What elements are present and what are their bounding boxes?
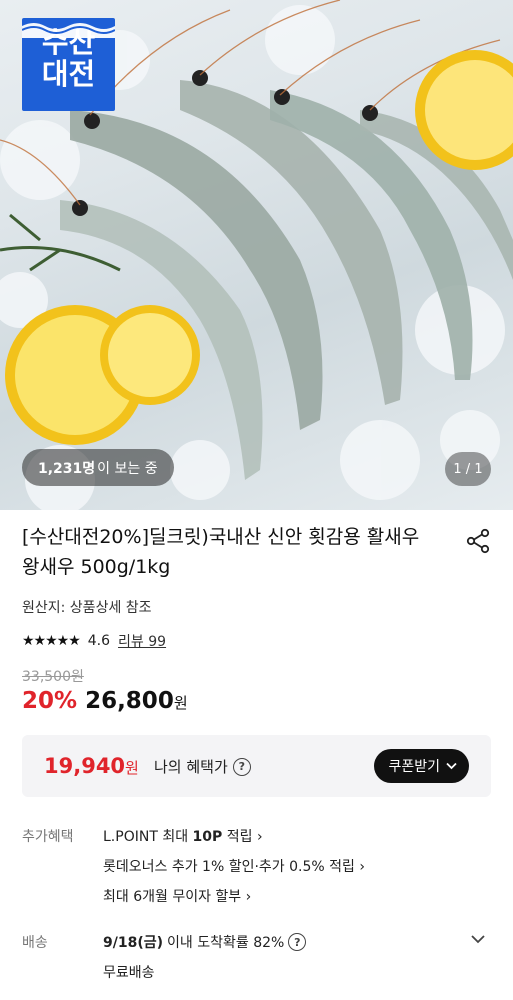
sale-price-value: 26,800 [85, 688, 174, 714]
free-shipping: 무료배송 [103, 965, 155, 981]
benefit-price-value: 19,940 [44, 754, 126, 778]
benefit-label: 나의 혜택가 ? [154, 756, 251, 777]
product-image[interactable]: 수산 대전 1,231명 이 보는 중 1 / 1 [0, 0, 513, 510]
delivery-label: 배송 [22, 935, 48, 951]
installment-benefit[interactable]: 최대 6개월 무이자 할부 › [103, 886, 251, 906]
price-row: 20% 26,800원 [22, 688, 188, 714]
delivery-date: 9/18(금) [103, 935, 164, 951]
benefit-label-text: 나의 혜택가 [154, 758, 228, 776]
delivery-info: 9/18(금) 이내 도착확률 82% ? [103, 932, 307, 952]
lotte-owners-benefit[interactable]: 롯데오너스 추가 1% 할인·추가 0.5% 적립 › [103, 856, 365, 876]
expand-chevron-icon[interactable] [471, 934, 485, 944]
chevron-down-icon [446, 762, 457, 770]
original-price: 33,500원 [22, 669, 84, 685]
product-title: [수산대전20%]딜크릿)국내산 신안 횟감용 활새우 왕새우 500g/1kg [22, 526, 420, 578]
delivery-help-icon[interactable]: ? [288, 933, 307, 951]
benefit-price: 19,940원 [44, 754, 139, 778]
rating-value: 4.6 [87, 633, 111, 649]
my-benefit-box: 19,940원 나의 혜택가 ? 쿠폰받기 [22, 735, 491, 797]
origin-info: 원산지: 상품상세 참조 [22, 600, 152, 616]
viewers-count: 1,231명 [38, 460, 96, 477]
lpoint-pre: L.POINT 최대 [103, 829, 193, 845]
price-unit: 원 [173, 694, 188, 712]
lpoint-benefit[interactable]: L.POINT 최대 10P 적립 › [103, 826, 263, 846]
viewers-count-pill: 1,231명 이 보는 중 [22, 449, 174, 486]
seafood-festival-badge: 수산 대전 [22, 18, 115, 111]
wave-icon [22, 23, 115, 38]
viewers-suffix: 이 보는 중 [97, 460, 158, 477]
image-pager: 1 / 1 [445, 452, 491, 486]
benefit-price-unit: 원 [125, 759, 139, 777]
lpoint-points: 10P [192, 829, 223, 845]
share-icon[interactable] [465, 528, 491, 554]
sale-price: 26,800원 [85, 688, 188, 714]
rating-row: ★★★★★ 4.6 리뷰 99 [22, 631, 166, 651]
star-rating-icon: ★★★★★ [22, 633, 81, 649]
delivery-probability: 이내 도착확률 82% [167, 935, 285, 951]
review-link[interactable]: 리뷰 99 [118, 631, 166, 651]
badge-line2: 대전 [41, 56, 96, 91]
help-icon[interactable]: ? [232, 757, 251, 776]
lpoint-post: 적립 › [222, 829, 263, 845]
extra-benefit-label: 추가혜택 [22, 829, 74, 845]
coupon-button[interactable]: 쿠폰받기 [374, 749, 469, 783]
discount-rate: 20% [22, 688, 78, 714]
coupon-button-label: 쿠폰받기 [388, 759, 440, 775]
